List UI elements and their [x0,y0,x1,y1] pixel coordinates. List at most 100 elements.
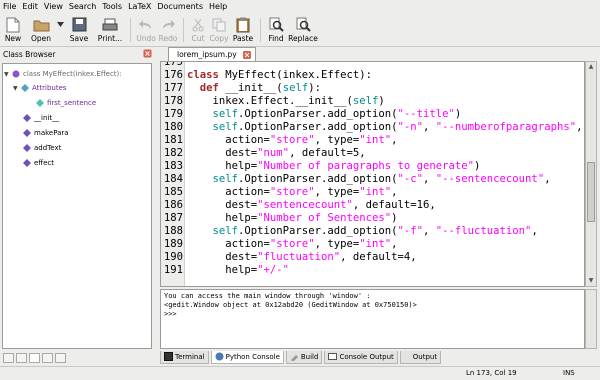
expander-open-icon[interactable]: ▼ [4,71,12,78]
tree-item-class[interactable]: ▼ class MyEffect(inkex.Effect): [4,68,122,80]
menu-help[interactable]: Help [206,0,230,14]
tab-output[interactable]: Output [399,350,442,364]
tree-item-label: makePara [34,129,69,137]
save-button[interactable]: Save [64,14,94,46]
code-line: 176 class MyEffect(inkex.Effect): [161,69,372,82]
print-button[interactable]: Print... [94,14,126,46]
cut-label: Cut [191,34,205,43]
code-line: 187 help="Number of Sentences") [161,212,398,225]
side-tab-file-browser[interactable] [16,353,27,363]
open-dropdown[interactable] [56,14,64,46]
bottom-panel-tabs: Terminal Python Console Build Console Ou… [160,350,600,364]
tab-terminal[interactable]: Terminal [160,350,209,364]
menu-search[interactable]: Search [66,0,99,14]
python-console[interactable]: You can access the main window through '… [160,289,585,349]
code-line: 178 inkex.Effect.__init__(self) [161,95,385,108]
code-line: 191 help="+/-" [161,264,289,277]
line-number: 185 [163,186,183,198]
line-number: 182 [163,147,183,159]
tree-item-method[interactable]: makePara [23,127,69,139]
line-number: 190 [163,251,183,263]
tab-python-console-label: Python Console [225,352,280,361]
line-number: 175 [163,61,183,68]
cursor-position: Ln 173, Col 19 [466,369,517,377]
attribute-icon [36,99,44,107]
tree-item-method[interactable]: __init__ [23,112,59,124]
tree-item-method[interactable]: effect [23,157,54,169]
save-icon [71,16,88,33]
menu-tools[interactable]: Tools [99,0,125,14]
scrollbar-thumb[interactable] [587,162,595,222]
line-number: 187 [163,212,183,224]
class-icon [12,70,20,78]
undo-button[interactable]: Undo [135,14,157,46]
document-tab[interactable]: lorem_ipsum.py [168,47,256,61]
console-output-icon [328,353,338,360]
code-line: 188 self.OptionParser.add_option("-f", "… [161,225,538,238]
line-number: 184 [163,173,183,185]
terminal-icon [164,352,173,361]
redo-button[interactable]: Redo [157,14,179,46]
menu-documents[interactable]: Documents [154,0,206,14]
line-number: 177 [163,82,183,94]
replace-button[interactable]: Replace [287,14,319,46]
undo-icon [138,16,155,33]
scissors-icon [190,16,207,33]
side-tab-class-browser[interactable] [29,353,40,363]
side-tab-snippets[interactable] [42,353,53,363]
code-line: 185 action="store", type="int", [161,186,398,199]
side-panel-close-icon[interactable] [143,49,152,58]
tree-item-attribute[interactable]: first_sentence [36,97,96,109]
copy-icon [211,16,228,33]
line-number: 186 [163,199,183,211]
find-icon [268,16,285,33]
tab-python-console[interactable]: Python Console [210,350,284,364]
code-line: 182 dest="num", default=5, [161,147,366,160]
menu-latex[interactable]: LaTeX [125,0,154,14]
insert-mode: INS [563,369,575,377]
toolbar-separator [130,18,131,42]
paste-button[interactable]: Paste [230,14,256,46]
console-scrollbar[interactable] [585,289,597,349]
cut-button[interactable]: Cut [188,14,208,46]
toolbar-separator [183,18,184,42]
line-number: 181 [163,134,183,146]
console-line: <gedit.Window object at 0x12abd20 (Gedit… [164,301,417,309]
document-tab-label: lorem_ipsum.py [177,50,237,59]
line-number: 180 [163,121,183,133]
line-number: 188 [163,225,183,237]
code-editor[interactable]: 175 176 class MyEffect(inkex.Effect): 177 d… [160,61,585,287]
close-tab-icon[interactable] [243,51,251,59]
python-icon [215,352,224,361]
side-panel: Class Browser ▼ class MyEffect(inkex.Eff… [0,47,156,351]
save-label: Save [69,34,89,43]
tree-item-method[interactable]: addText [23,142,61,154]
tree-item-attributes[interactable]: ▼ Attributes [13,82,67,94]
new-button[interactable]: New [0,14,26,46]
code-line: 179 self.OptionParser.add_option("--titl… [161,108,461,121]
menu-edit[interactable]: Edit [19,0,41,14]
code-line: 190 dest="fluctuation", default=4, [161,251,417,264]
print-label: Print... [97,34,123,43]
code-line: 180 self.OptionParser.add_option("-n", "… [161,121,583,134]
new-document-icon [5,16,22,33]
class-browser-tree[interactable]: ▼ class MyEffect(inkex.Effect): ▼ Attrib… [2,63,152,349]
scroll-down-icon[interactable]: ▼ [586,276,596,286]
code-line: 184 self.OptionParser.add_option("-c", "… [161,173,551,186]
editor-scrollbar[interactable]: ▲ ▼ [585,61,597,287]
tree-item-label: first_sentence [47,99,97,107]
tab-console-output[interactable]: Console Output [324,350,398,364]
menu-view[interactable]: View [41,0,66,14]
expander-open-icon[interactable]: ▼ [13,85,21,92]
replace-label: Replace [288,34,318,43]
code-line: 177 def __init__(self): [161,82,321,95]
tab-console-output-label: Console Output [339,352,394,361]
side-tab-documents[interactable] [3,353,14,363]
scroll-up-icon[interactable]: ▲ [586,62,596,72]
find-button[interactable]: Find [265,14,287,46]
menu-file[interactable]: File [0,0,19,14]
console-line: You can access the main window through '… [164,292,371,300]
tab-build[interactable]: Build [285,350,323,364]
side-tab-search[interactable] [55,353,66,363]
copy-button[interactable]: Copy [208,14,230,46]
